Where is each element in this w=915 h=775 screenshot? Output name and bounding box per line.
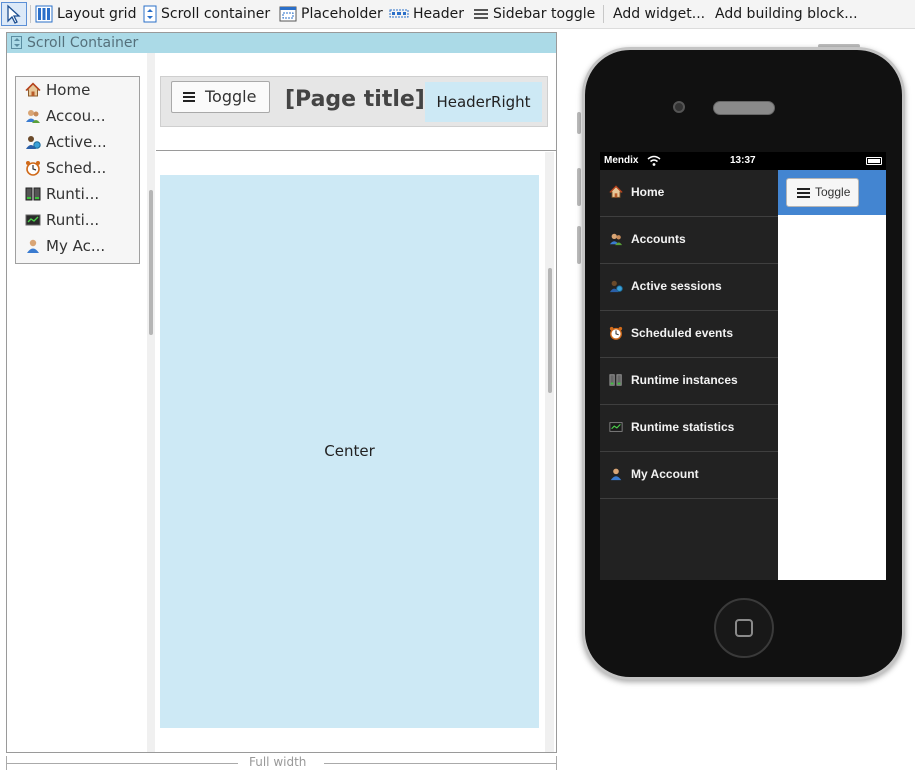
nav-item-label: Active... (46, 133, 107, 151)
toolbar-layout-grid-button[interactable]: Layout grid (35, 3, 136, 25)
mobile-menu-label: Home (631, 185, 665, 199)
pointer-icon (7, 4, 21, 24)
toolbar-add-widget-label: Add widget... (613, 6, 706, 22)
mobile-menu-item-active-sessions[interactable]: Active sessions (600, 264, 778, 311)
scroll-container-header[interactable]: Scroll Container (7, 33, 556, 53)
camera-icon (673, 101, 685, 113)
my-account-icon (27, 239, 39, 253)
divider (156, 150, 556, 151)
phone-preview: Mendix 13:37 Home Accounts Active sessio… (582, 47, 905, 680)
mobile-content-area: Toggle (778, 170, 886, 580)
toolbar-add-building-block-button[interactable]: Add building block... (715, 3, 858, 25)
nav-item-label: Home (46, 81, 91, 99)
mobile-menu-label: My Account (631, 467, 699, 481)
runtime-instances-icon (25, 187, 41, 201)
mobile-menu-item-my-account[interactable]: My Account (600, 452, 778, 499)
scheduled-events-icon (609, 326, 623, 340)
mobile-menu-item-runtime-statistics[interactable]: Runtime statistics (600, 405, 778, 452)
toolbar-header-label: Header (413, 6, 464, 22)
mobile-menu-item-runtime-instances[interactable]: Runtime instances (600, 358, 778, 405)
layout-grid-icon (35, 5, 53, 23)
header-right-placeholder[interactable]: HeaderRight (425, 82, 542, 122)
header-widget[interactable]: Toggle [Page title] HeaderRight (160, 76, 548, 127)
main-scrollbar-thumb[interactable] (548, 268, 552, 393)
page-title[interactable]: [Page title] (285, 87, 425, 112)
mobile-menu-label: Runtime instances (631, 373, 738, 387)
toolbar-layout-grid-label: Layout grid (57, 6, 137, 22)
toolbar-placeholder-label: Placeholder (301, 6, 383, 22)
sidebar-toggle-button[interactable]: Toggle (171, 81, 270, 113)
status-time: 13:37 (730, 155, 756, 166)
mobile-menu-item-home[interactable]: Home (600, 170, 778, 217)
toolbar-scroll-container-label: Scroll container (161, 6, 271, 22)
runtime-statistics-icon (25, 214, 41, 226)
home-square-icon (735, 619, 753, 637)
wifi-icon (647, 155, 661, 166)
select-pointer-button[interactable] (1, 2, 27, 26)
navigation-tree[interactable]: Home Accou... Active... Sched... Runti..… (15, 76, 140, 264)
width-label: Full width (246, 755, 310, 769)
mobile-sidebar-menu: Home Accounts Active sessions Scheduled … (600, 170, 778, 580)
mobile-header: Toggle (778, 170, 886, 215)
phone-volume-down (577, 226, 581, 264)
hamburger-icon (797, 188, 810, 198)
toolbar-add-widget-button[interactable]: Add widget... (613, 3, 705, 25)
active-sessions-icon (26, 136, 41, 149)
home-icon (25, 82, 41, 97)
carrier-label: Mendix (604, 155, 639, 166)
header-icon (389, 9, 409, 18)
nav-item-label: Accou... (46, 107, 106, 125)
scroll-container-title: Scroll Container (27, 35, 139, 51)
toolbar-scroll-container-button[interactable]: Scroll container (143, 3, 270, 25)
accounts-icon (609, 233, 623, 246)
runtime-instances-icon (609, 374, 622, 386)
mobile-menu-label: Scheduled events (631, 326, 734, 340)
toolbar-header-button[interactable]: Header (389, 3, 464, 25)
mobile-toggle-button[interactable]: Toggle (786, 178, 859, 207)
nav-item-label: Runti... (46, 185, 100, 203)
mobile-menu-label: Active sessions (631, 279, 722, 293)
placeholder-icon (279, 6, 297, 22)
phone-home-button (714, 598, 774, 658)
phone-screen: Mendix 13:37 Home Accounts Active sessio… (600, 152, 886, 580)
sidebar-toggle-icon (474, 9, 488, 19)
mobile-menu-item-scheduled-events[interactable]: Scheduled events (600, 311, 778, 358)
my-account-icon (610, 468, 622, 481)
designer-toolbar: Layout grid Scroll container Placeholder… (0, 0, 915, 29)
toggle-label: Toggle (205, 87, 257, 106)
battery-icon (866, 157, 882, 165)
scroll-container-icon (11, 36, 22, 49)
width-indicator: Full width (6, 755, 557, 770)
scroll-container-icon (143, 5, 157, 23)
toolbar-placeholder-button[interactable]: Placeholder (279, 3, 383, 25)
mobile-menu-label: Runtime statistics (631, 420, 735, 434)
accounts-icon (26, 110, 40, 123)
toolbar-add-building-block-label: Add building block... (715, 6, 858, 22)
phone-mute-switch (577, 112, 581, 134)
mobile-toggle-label: Toggle (815, 185, 851, 199)
scheduled-events-icon (26, 161, 40, 176)
runtime-statistics-icon (609, 422, 623, 432)
main-scrollbar[interactable] (545, 152, 554, 752)
scroll-container[interactable]: Scroll Container Home Accou... Active...… (6, 32, 557, 753)
nav-item-label: Runti... (46, 211, 100, 229)
main-region[interactable]: Toggle [Page title] HeaderRight Center (156, 53, 556, 752)
mobile-menu-item-accounts[interactable]: Accounts (600, 217, 778, 264)
center-placeholder[interactable]: Center (160, 175, 539, 728)
toolbar-sidebar-toggle-label: Sidebar toggle (493, 6, 596, 22)
home-icon (609, 185, 623, 198)
mobile-menu-label: Accounts (631, 232, 686, 246)
sidebar-scrollbar[interactable] (147, 53, 155, 752)
status-bar: Mendix 13:37 (600, 152, 886, 170)
hamburger-icon (183, 92, 195, 102)
toolbar-sidebar-toggle-button[interactable]: Sidebar toggle (473, 3, 595, 25)
nav-item-label: My Ac... (46, 237, 106, 255)
phone-volume-up (577, 168, 581, 206)
speaker-grille (713, 101, 775, 115)
sidebar-scrollbar-thumb[interactable] (149, 190, 153, 335)
active-sessions-icon (609, 280, 623, 293)
nav-item-label: Sched... (46, 159, 107, 177)
